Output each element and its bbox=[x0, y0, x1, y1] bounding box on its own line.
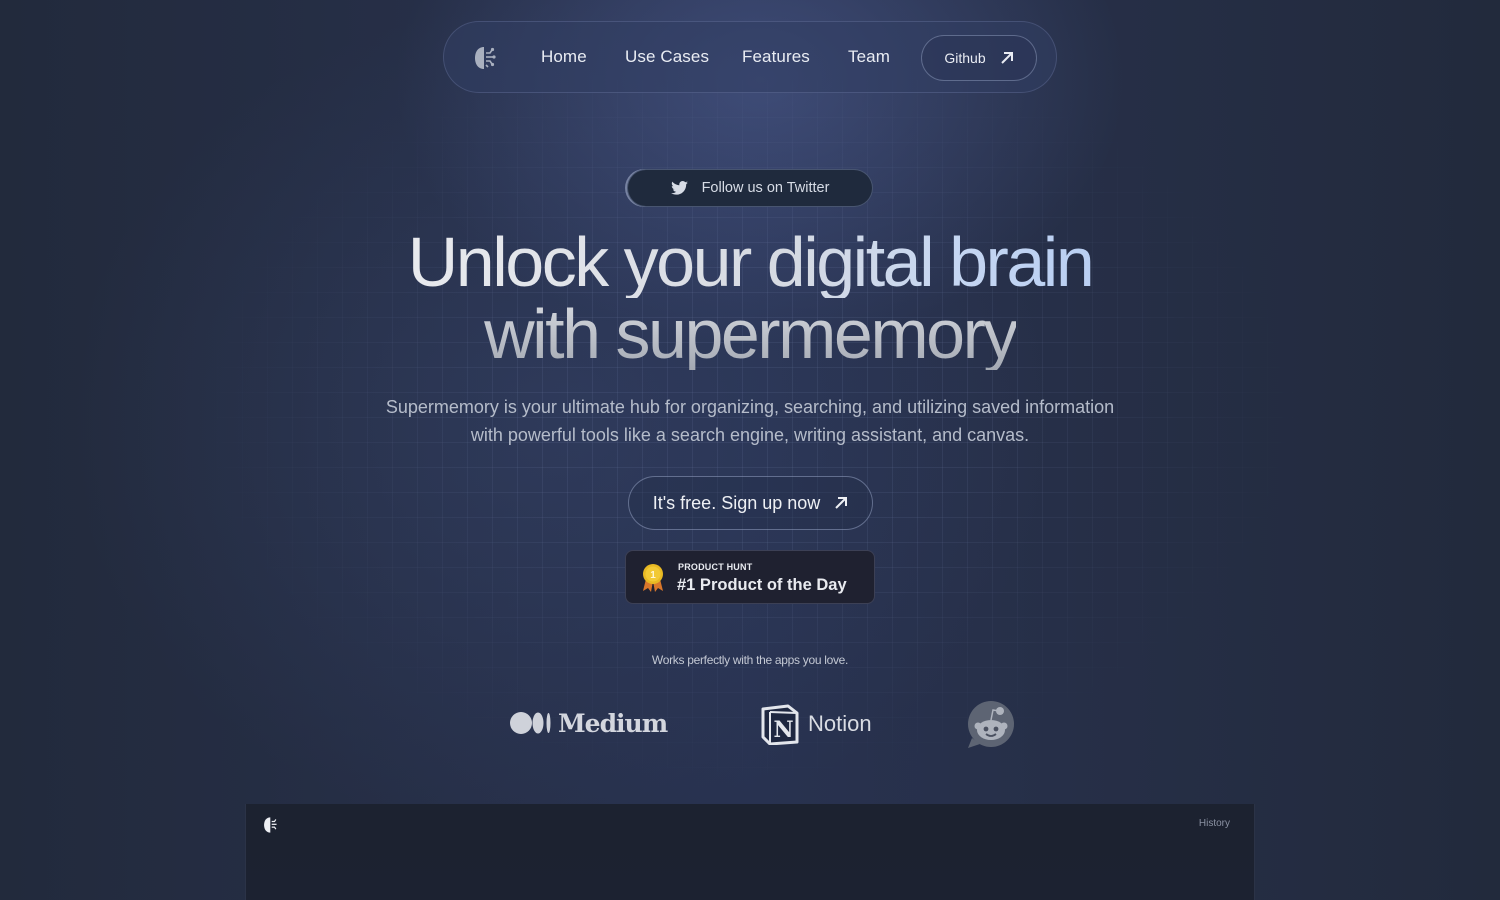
notion-wordmark: Notion bbox=[808, 711, 872, 736]
hero-subtitle-line1: Supermemory is your ultimate hub for org… bbox=[385, 397, 1115, 417]
history-link[interactable]: History bbox=[1199, 818, 1230, 829]
product-hunt-kicker: PRODUCT HUNT bbox=[678, 562, 753, 572]
hero-title-line2: with supermemory bbox=[484, 295, 1018, 373]
notion-mark-icon: N bbox=[761, 704, 799, 745]
github-button[interactable]: Github bbox=[921, 35, 1037, 81]
reddit-logo-icon bbox=[968, 701, 1014, 748]
supermemory-logo-icon[interactable] bbox=[472, 44, 498, 72]
product-hunt-badge[interactable]: 1 PRODUCT HUNT #1 Product of the Day bbox=[625, 550, 875, 604]
arrow-up-right-icon bbox=[835, 497, 848, 509]
nav-link-features[interactable]: Features bbox=[742, 47, 810, 67]
medium-mark-icon bbox=[510, 712, 551, 734]
hero-subtitle-line2: with powerful tools like a search engine… bbox=[470, 425, 1030, 445]
notion-logo: N Notion bbox=[760, 703, 872, 745]
product-hunt-title: #1 Product of the Day bbox=[677, 576, 847, 594]
supermemory-logo-icon bbox=[264, 817, 277, 833]
follow-twitter-label: Follow us on Twitter bbox=[701, 180, 830, 196]
medal-number: 1 bbox=[650, 570, 656, 581]
signup-label: It's free. Sign up now bbox=[652, 492, 821, 513]
nav-link-use-cases[interactable]: Use Cases bbox=[625, 47, 709, 67]
medium-logo: Medium bbox=[510, 706, 668, 740]
medium-wordmark: Medium bbox=[558, 708, 668, 738]
hero-subtitle: Supermemory is your ultimate hub for org… bbox=[0, 393, 1500, 449]
svg-text:N: N bbox=[773, 717, 793, 743]
app-preview-window: History bbox=[245, 804, 1255, 900]
twitter-bird-icon bbox=[670, 181, 688, 195]
follow-twitter-button[interactable]: Follow us on Twitter bbox=[627, 169, 873, 207]
integrations-caption: Works perfectly with the apps you love. bbox=[651, 653, 849, 667]
hero-title-line1: Unlock your digital brain bbox=[407, 223, 1095, 301]
navbar: Home Use Cases Features Team Github bbox=[443, 21, 1057, 93]
arrow-up-right-icon bbox=[1000, 52, 1013, 64]
github-label: Github bbox=[944, 50, 986, 66]
signup-button[interactable]: It's free. Sign up now bbox=[628, 476, 873, 530]
nav-link-home[interactable]: Home bbox=[541, 47, 587, 67]
hero-title: Unlock your digital brain with supermemo… bbox=[0, 226, 1500, 370]
medal-icon: 1 bbox=[643, 564, 663, 592]
nav-link-team[interactable]: Team bbox=[848, 47, 890, 67]
